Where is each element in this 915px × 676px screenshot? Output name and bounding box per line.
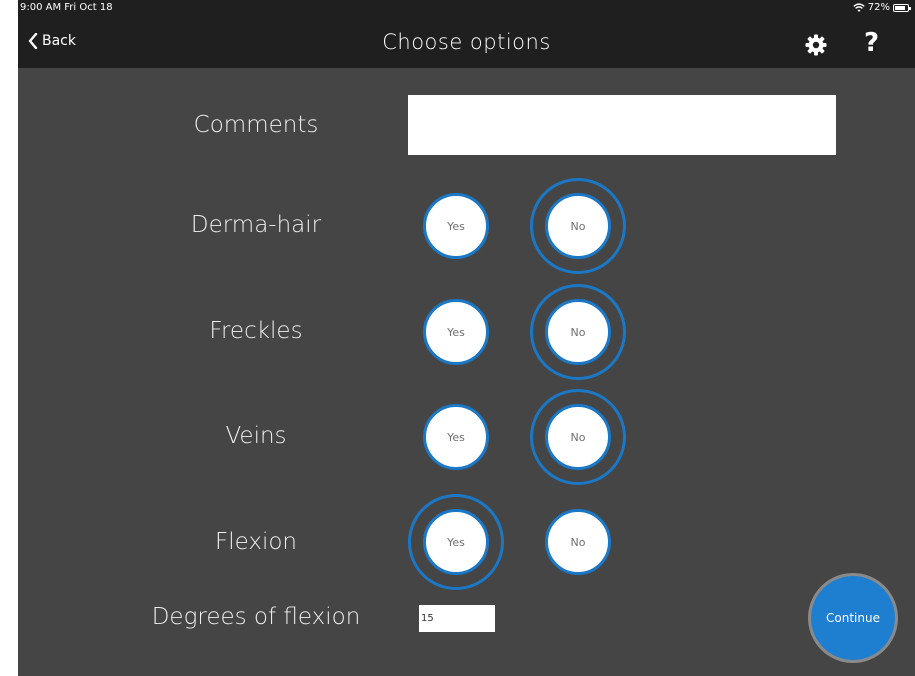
freckles-label: Freckles <box>209 318 303 344</box>
nav-bar: Back Choose options ? <box>18 18 915 68</box>
freckles-yes-button[interactable]: Yes <box>408 284 504 380</box>
page-title: Choose options <box>382 30 551 54</box>
flexion-no-button[interactable]: No <box>530 494 626 590</box>
help-button[interactable]: ? <box>864 28 879 58</box>
flexion-no-label: No <box>545 509 611 575</box>
comments-input[interactable] <box>408 95 836 155</box>
derma-hair-no-button[interactable]: No <box>530 178 626 274</box>
continue-button[interactable]: Continue <box>808 573 898 663</box>
derma-hair-label: Derma-hair <box>190 212 322 238</box>
flexion-yes-button[interactable]: Yes <box>408 494 504 590</box>
status-time: 9:00 AM Fri Oct 18 <box>20 2 113 13</box>
veins-yes-button[interactable]: Yes <box>408 389 504 485</box>
veins-yes-label: Yes <box>423 404 489 470</box>
status-right: 72% <box>853 2 911 13</box>
status-bar: 9:00 AM Fri Oct 18 72% <box>18 0 915 18</box>
degrees-input[interactable] <box>419 605 495 632</box>
flexion-label: Flexion <box>214 529 298 555</box>
freckles-no-label: No <box>545 299 611 365</box>
comments-label: Comments <box>193 112 319 138</box>
derma-hair-yes-button[interactable]: Yes <box>408 178 504 274</box>
veins-no-label: No <box>545 404 611 470</box>
battery-percent: 72% <box>867 2 890 13</box>
flexion-yes-label: Yes <box>423 509 489 575</box>
battery-icon <box>893 3 911 12</box>
derma-hair-no-label: No <box>545 193 611 259</box>
degrees-label: Degrees of flexion <box>151 604 361 630</box>
app-screen: 9:00 AM Fri Oct 18 72% Back Choose optio… <box>18 0 915 676</box>
wifi-icon <box>853 2 865 12</box>
gear-icon[interactable] <box>804 33 828 57</box>
freckles-yes-label: Yes <box>423 299 489 365</box>
freckles-no-button[interactable]: No <box>530 284 626 380</box>
veins-no-button[interactable]: No <box>530 389 626 485</box>
derma-hair-yes-label: Yes <box>423 193 489 259</box>
veins-label: Veins <box>225 423 287 449</box>
